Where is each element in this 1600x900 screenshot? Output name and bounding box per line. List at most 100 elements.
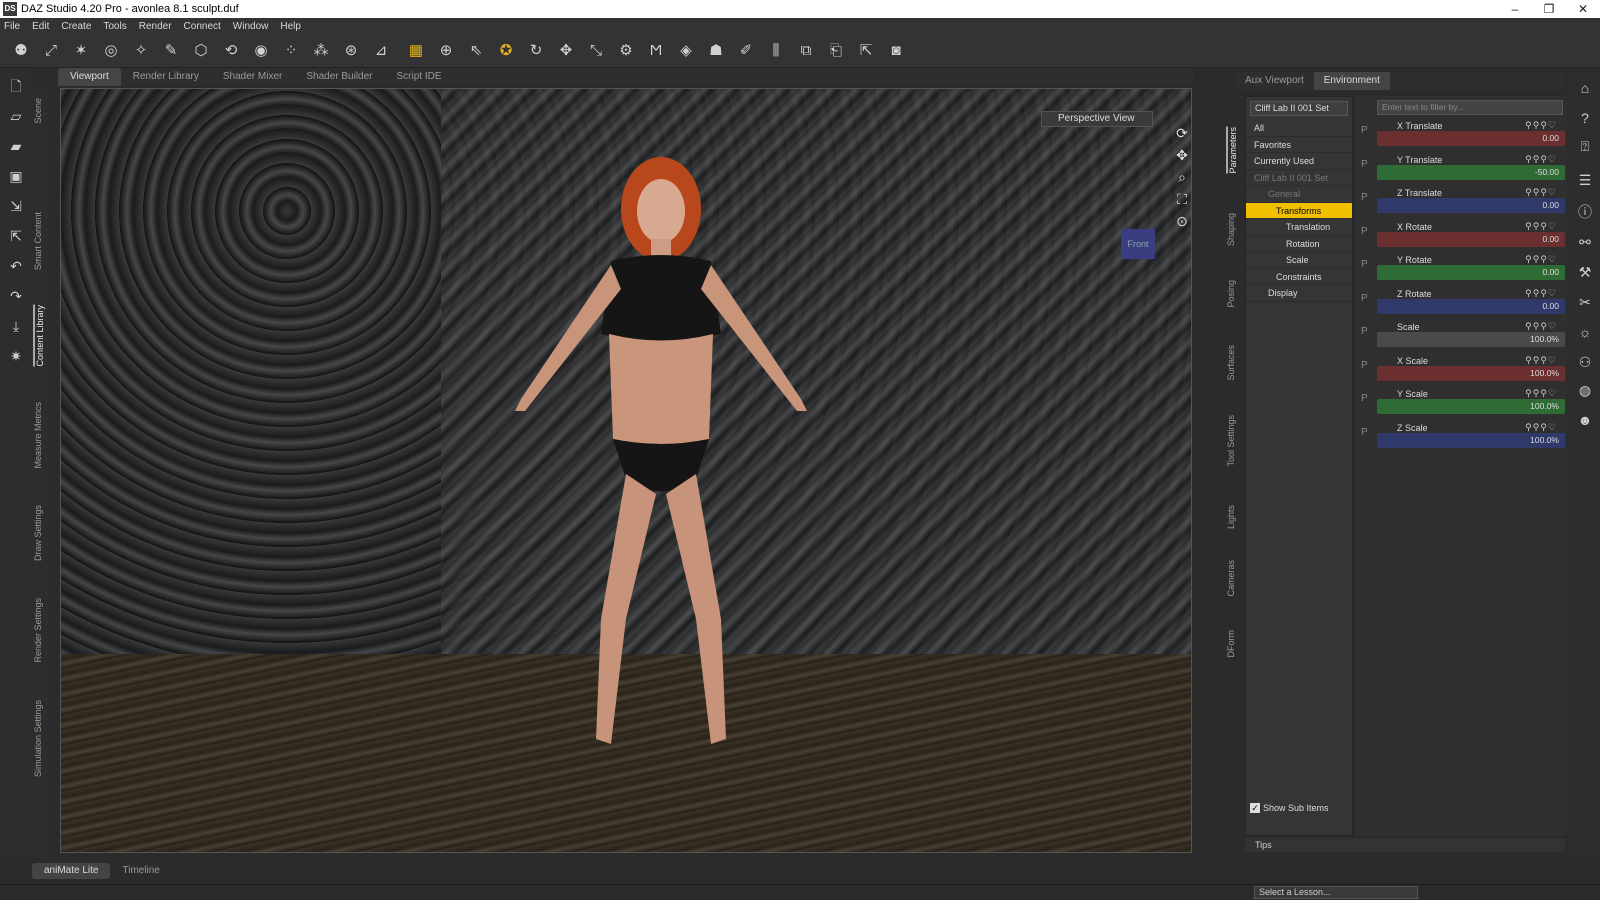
param-lock-icon[interactable]: P	[1361, 159, 1368, 170]
tree-item-display[interactable]: Display	[1246, 285, 1352, 302]
param-controls-icon[interactable]: ⚲⚲⚲♡	[1525, 422, 1557, 433]
open-file-icon[interactable]: ▱	[6, 106, 26, 126]
param-lock-icon[interactable]: P	[1361, 125, 1368, 136]
figure-tool-icon[interactable]: ✷	[6, 346, 26, 366]
zoom-icon[interactable]: ⌕	[1171, 169, 1191, 191]
param-lock-icon[interactable]: P	[1361, 393, 1368, 404]
merge-file-icon[interactable]: ▰	[6, 136, 26, 156]
brush-icon[interactable]: ✐	[735, 40, 757, 62]
node-weight-icon[interactable]: ✶	[70, 40, 92, 62]
tab-timeline[interactable]: Timeline	[110, 863, 171, 879]
tree-item-translation[interactable]: Translation	[1246, 219, 1352, 236]
bend-icon[interactable]: Ϻ	[645, 40, 667, 62]
menu-help[interactable]: Help	[280, 21, 301, 32]
param-lock-icon[interactable]: P	[1361, 427, 1368, 438]
param-value[interactable]: 0.00	[1542, 133, 1559, 143]
menu-window[interactable]: Window	[233, 21, 269, 32]
param-lock-icon[interactable]: P	[1361, 226, 1368, 237]
help-icon[interactable]: ⍰	[1575, 136, 1595, 156]
lesson-dropdown[interactable]: Select a Lesson...	[1254, 886, 1418, 899]
scatter-icon[interactable]: ⁘	[280, 40, 302, 62]
filter-input[interactable]: Enter text to filter by...	[1377, 100, 1563, 115]
tab-cameras[interactable]: Cameras	[1226, 560, 1236, 597]
tab-script-ide[interactable]: Script IDE	[385, 68, 454, 86]
minimize-icon[interactable]: –	[1498, 2, 1532, 16]
rotate-orbit-icon[interactable]: ✪	[495, 40, 517, 62]
param-controls-icon[interactable]: ⚲⚲⚲♡	[1525, 187, 1557, 198]
transfer-icon[interactable]: ⊛	[340, 40, 362, 62]
menu-file[interactable]: File	[4, 21, 20, 32]
light-icon[interactable]: ☼	[1575, 322, 1595, 342]
tab-posing[interactable]: Posing	[1226, 280, 1236, 308]
param-slider[interactable]	[1377, 298, 1565, 314]
param-value[interactable]: 100.0%	[1530, 401, 1559, 411]
param-slider[interactable]	[1377, 198, 1565, 213]
info-icon[interactable]: ⓘ	[1575, 202, 1595, 222]
3d-viewport[interactable]: Perspective View Front ⟳ ✥ ⌕ ⛶ ⊙	[60, 88, 1192, 853]
new-file-icon[interactable]: 🗋	[6, 76, 26, 96]
camera-plus-icon[interactable]: ⎗	[825, 40, 847, 62]
figure-icon[interactable]: ☗	[705, 40, 727, 62]
region-icon[interactable]: ◎	[100, 40, 122, 62]
param-controls-icon[interactable]: ⚲⚲⚲♡	[1525, 288, 1557, 299]
tool-settings-icon[interactable]: ⚒	[1575, 262, 1595, 282]
param-controls-icon[interactable]: ⚲⚲⚲♡	[1525, 120, 1557, 131]
export-icon[interactable]: ⇱	[6, 226, 26, 246]
pan-icon[interactable]: ✥	[1171, 147, 1191, 169]
measure-icon[interactable]: ⊿	[370, 40, 392, 62]
spring-icon[interactable]: ⁂	[310, 40, 332, 62]
tab-render-settings[interactable]: Render Settings	[33, 598, 43, 663]
joint-editor-icon[interactable]: ⤢	[40, 40, 62, 62]
tab-environment[interactable]: Environment	[1313, 72, 1390, 90]
tab-simulation-settings[interactable]: Simulation Settings	[33, 700, 43, 777]
tab-measure-metrics[interactable]: Measure Metrics	[33, 402, 43, 469]
surface-select-icon[interactable]: ✎	[160, 40, 182, 62]
node-selector-dropdown[interactable]: Cliff Lab II 001 Set	[1250, 101, 1348, 116]
rotate-icon[interactable]: ↻	[525, 40, 547, 62]
tree-item-general[interactable]: General	[1246, 186, 1352, 203]
param-slider[interactable]	[1377, 131, 1565, 146]
param-lock-icon[interactable]: P	[1361, 259, 1368, 270]
param-value[interactable]: 100.0%	[1530, 435, 1559, 445]
active-pose-icon[interactable]: ✧	[130, 40, 152, 62]
shaping-icon[interactable]: ✂	[1575, 292, 1595, 312]
undo-icon[interactable]: ↶	[6, 256, 26, 276]
user-icon[interactable]: ☻	[1575, 410, 1595, 430]
param-value[interactable]: 0.00	[1542, 267, 1559, 277]
param-value[interactable]: -50.00	[1535, 167, 1559, 177]
menu-create[interactable]: Create	[61, 21, 91, 32]
menu-render[interactable]: Render	[139, 21, 172, 32]
figure-setup-icon[interactable]: ⚇	[1575, 352, 1595, 372]
param-controls-icon[interactable]: ⚲⚲⚲♡	[1525, 254, 1557, 265]
param-lock-icon[interactable]: P	[1361, 293, 1368, 304]
view-cube[interactable]: Front	[1121, 229, 1155, 259]
redo-icon[interactable]: ↷	[6, 286, 26, 306]
globe-icon[interactable]: ◍	[1575, 380, 1595, 400]
geometry-edit-icon[interactable]: ⬡	[190, 40, 212, 62]
param-controls-icon[interactable]: ⚲⚲⚲♡	[1525, 388, 1557, 399]
perspective-view-dropdown[interactable]: Perspective View	[1041, 111, 1153, 127]
universal-tool-icon[interactable]: ⊕	[435, 40, 457, 62]
param-controls-icon[interactable]: ⚲⚲⚲♡	[1525, 321, 1557, 332]
tab-draw-settings[interactable]: Draw Settings	[33, 505, 43, 561]
tree-item-currently-used[interactable]: Currently Used	[1246, 153, 1352, 170]
home-icon[interactable]: ⌂	[1575, 78, 1595, 98]
param-value[interactable]: 0.00	[1542, 301, 1559, 311]
tree-item-constraints[interactable]: Constraints	[1246, 269, 1352, 285]
tab-shaping[interactable]: Shaping	[1226, 213, 1236, 246]
image-edit-icon[interactable]: ⧉	[795, 40, 817, 62]
show-sub-items-checkbox[interactable]: ✓ Show Sub Items	[1250, 803, 1329, 813]
param-controls-icon[interactable]: ⚲⚲⚲♡	[1525, 355, 1557, 366]
tree-item-favorites[interactable]: Favorites	[1246, 137, 1352, 153]
tips-tab[interactable]: Tips	[1245, 838, 1565, 852]
param-value[interactable]: 100.0%	[1530, 368, 1559, 378]
figure-model[interactable]	[451, 149, 871, 769]
menu-connect[interactable]: Connect	[184, 21, 221, 32]
tab-tool-settings[interactable]: Tool Settings	[1226, 415, 1236, 467]
param-controls-icon[interactable]: ⚲⚲⚲♡	[1525, 221, 1557, 232]
param-value[interactable]: 0.00	[1542, 234, 1559, 244]
tree-item-transforms[interactable]: Transforms	[1246, 202, 1352, 219]
tab-shader-builder[interactable]: Shader Builder	[294, 68, 384, 86]
select-arrow-icon[interactable]: ⇖	[465, 40, 487, 62]
tab-surfaces[interactable]: Surfaces	[1226, 345, 1236, 381]
